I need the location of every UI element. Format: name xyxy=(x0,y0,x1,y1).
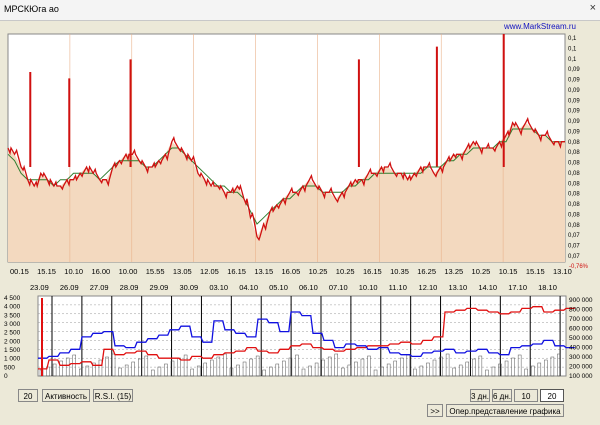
change-label: -0,76% xyxy=(569,264,589,270)
time-axis-label: 15.15 xyxy=(37,267,56,276)
price-axis-label: 0,07 xyxy=(568,233,580,239)
time-axis-label: 13.05 xyxy=(173,267,192,276)
price-axis-label: 0,08 xyxy=(568,212,580,218)
date-label: 18.10 xyxy=(538,283,557,292)
6-days-button[interactable]: 6 дн. xyxy=(492,389,512,402)
date-label: 13.10 xyxy=(448,283,467,292)
price-axis-label: 0,1 xyxy=(568,46,577,52)
time-axis-label: 13.15 xyxy=(254,267,273,276)
volume-axis-right-label: 700 000 xyxy=(569,316,593,323)
volume-axis-right-label: 300 000 xyxy=(569,354,593,361)
date-label: 05.10 xyxy=(269,283,288,292)
price-axis-label: 0,09 xyxy=(568,98,580,104)
3-days-button[interactable]: 3 дн. xyxy=(470,389,490,402)
volume-axis-left-label: 3 500 xyxy=(4,312,21,319)
date-label: 10.10 xyxy=(359,283,378,292)
price-axis-label: 0,08 xyxy=(568,223,580,229)
time-axis-label: 15.55 xyxy=(146,267,165,276)
time-axis-label: 16.15 xyxy=(227,267,246,276)
volume-axis-left-label: 0 xyxy=(4,373,8,380)
window-title: МРСКЮга ао xyxy=(4,4,59,14)
price-volume-chart: 0,1 0,1 0,1 0,09 0,09 0,09 0,09 0,09 0,09 0,09 0,0… xyxy=(4,33,593,380)
volume-axis-right-label: 900 000 xyxy=(569,297,593,304)
time-axis-label: 10.25 xyxy=(336,267,355,276)
close-icon[interactable]: × xyxy=(590,2,596,14)
date-label: 23.09 xyxy=(30,283,49,292)
volume-axis-left-label: 1 500 xyxy=(4,347,21,354)
date-label: 11.10 xyxy=(389,283,407,292)
time-axis-label: 10.25 xyxy=(309,267,328,276)
volume-axis-left-label: 1 000 xyxy=(4,356,21,363)
date-label: 26.09 xyxy=(60,283,79,292)
price-axis-label: 0,09 xyxy=(568,119,580,125)
price-axis-label: 0,09 xyxy=(568,78,580,84)
time-axis-label: 13.25 xyxy=(444,267,463,276)
activity-button[interactable]: Активность xyxy=(42,389,90,402)
date-label: 03.10 xyxy=(209,283,228,292)
title-bar: МРСКЮга ао × xyxy=(0,0,600,21)
rsi-button[interactable]: R.S.I. (15) xyxy=(93,389,133,402)
price-axis-label: 0,09 xyxy=(568,109,580,115)
period-button[interactable]: 20 xyxy=(18,389,38,402)
time-axis-label: 10.00 xyxy=(119,267,138,276)
price-axis-label: 0,09 xyxy=(568,67,580,73)
time-axis-label: 10.35 xyxy=(390,267,409,276)
date-label: 27.09 xyxy=(90,283,109,292)
chart-window: МРСКЮга ао × www.MarkStream.ru 0,1 0,1 0,1… xyxy=(0,0,600,425)
price-axis-label: 0,1 xyxy=(568,57,577,63)
time-axis-label: 12.05 xyxy=(200,267,219,276)
date-label: 12.10 xyxy=(419,283,438,292)
volume-panel xyxy=(37,295,567,377)
date-label: 28.09 xyxy=(120,283,139,292)
time-axis-label: 16.05 xyxy=(282,267,301,276)
volume-axis-right-label: 400 000 xyxy=(569,345,593,352)
time-axis-label: 15.15 xyxy=(526,267,545,276)
time-axis-label: 10.15 xyxy=(499,267,518,276)
date-label: 17.10 xyxy=(508,283,527,292)
volume-axis-right-label: 500 000 xyxy=(569,335,593,342)
time-axis-label: 10.10 xyxy=(64,267,83,276)
time-axis-label: 10.25 xyxy=(472,267,491,276)
volume-axis-right-label: 600 000 xyxy=(569,326,593,333)
price-axis-label: 0,08 xyxy=(568,140,580,146)
price-axis-label: 0,08 xyxy=(568,181,580,187)
date-label: 14.10 xyxy=(478,283,497,292)
date-label: 07.10 xyxy=(329,283,348,292)
price-axis-label: 0,09 xyxy=(568,129,580,135)
price-axis-label: 0,08 xyxy=(568,171,580,177)
volume-axis-right-label: 800 000 xyxy=(569,307,593,314)
volume-axis-left-label: 500 xyxy=(4,364,15,371)
time-axis-label: 16.15 xyxy=(363,267,382,276)
time-axis-label: 16.25 xyxy=(417,267,436,276)
volume-axis-left-label: 4 000 xyxy=(4,304,21,311)
volume-axis-right-label: 100 000 xyxy=(569,373,593,380)
volume-axis-left-label: 2 500 xyxy=(4,330,21,337)
date-label: 30.09 xyxy=(179,283,198,292)
price-axis-label: 0,08 xyxy=(568,192,580,198)
nav-forward-button[interactable]: >> xyxy=(427,404,443,417)
20-days-button[interactable]: 20 дн. xyxy=(540,389,564,414)
price-axis-label: 0,07 xyxy=(568,244,580,250)
volume-axis-left-label: 2 000 xyxy=(4,338,21,345)
time-axis-label: 13.10 xyxy=(553,267,572,276)
oper-view-button[interactable]: Опер.представление графика xyxy=(446,404,564,417)
10-days-button[interactable]: 10 дн. xyxy=(514,389,538,414)
price-axis-label: 0,07 xyxy=(568,254,580,260)
volume-axis-right-label: 200 000 xyxy=(569,364,593,371)
price-axis-label: 0,1 xyxy=(568,36,577,42)
volume-axis-left-label: 3 000 xyxy=(4,321,21,328)
price-axis-label: 0,09 xyxy=(568,88,580,94)
time-axis-label: 00.15 xyxy=(10,267,29,276)
time-axis-label: 16.00 xyxy=(91,267,110,276)
volume-axis-left-label: 4 500 xyxy=(4,295,21,302)
date-label: 06.10 xyxy=(299,283,318,292)
price-axis-label: 0,08 xyxy=(568,161,580,167)
price-axis-label: 0,08 xyxy=(568,150,580,156)
price-axis-label: 0,08 xyxy=(568,202,580,208)
date-label: 29.09 xyxy=(150,283,169,292)
date-label: 04.10 xyxy=(239,283,258,292)
